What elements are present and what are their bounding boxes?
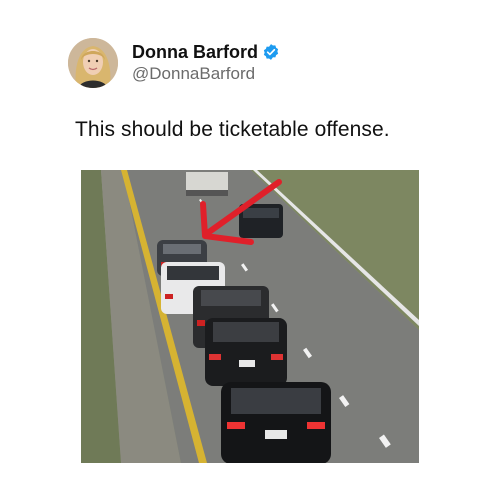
author-names: Donna Barford @DonnaBarford xyxy=(132,41,280,85)
display-name[interactable]: Donna Barford xyxy=(132,41,258,63)
avatar[interactable] xyxy=(68,38,118,88)
author-handle[interactable]: @DonnaBarford xyxy=(132,63,280,85)
display-name-row: Donna Barford xyxy=(132,41,280,63)
tweet-text: This should be ticketable offense. xyxy=(75,118,390,141)
highway-photo[interactable] xyxy=(81,170,419,463)
verified-badge-icon xyxy=(262,43,280,61)
tweet-header: Donna Barford @DonnaBarford xyxy=(68,38,280,88)
